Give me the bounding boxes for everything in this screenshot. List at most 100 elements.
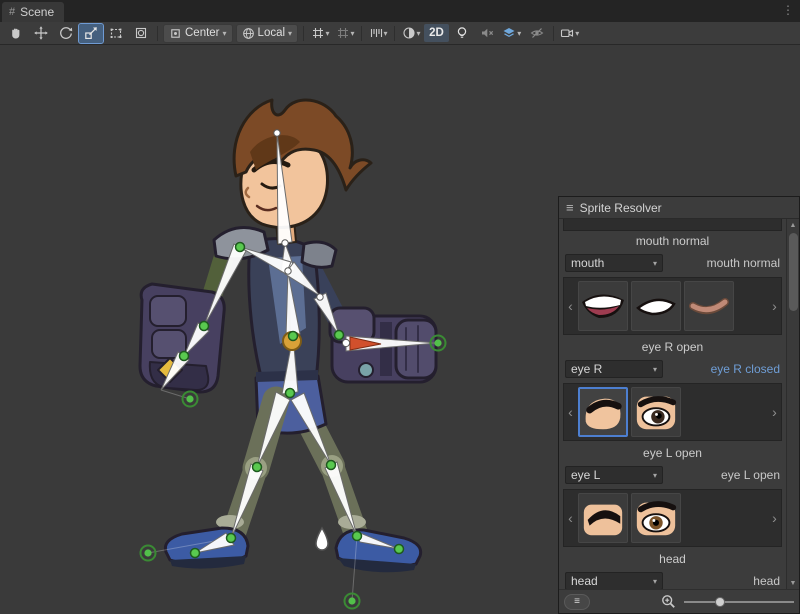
scrollbar-thumb[interactable] <box>789 233 798 311</box>
move-icon <box>34 26 48 40</box>
hamburger-icon: ≡ <box>574 596 580 607</box>
toolbar-separator <box>553 26 554 41</box>
scale-icon <box>84 26 98 40</box>
chevron-down-icon: ▾ <box>517 29 521 38</box>
scene-toolbar: Center ▾ Local ▾ ▾ ▾ <box>0 22 800 45</box>
head-current-value: head <box>669 574 780 588</box>
toolbar-separator <box>303 26 304 41</box>
eye-l-dropdown-label: eye L <box>571 468 653 482</box>
rotate-tool-button[interactable] <box>54 24 78 43</box>
mouth-sprite-strip: ‹ <box>563 277 782 335</box>
pivot-mode-label: Center <box>185 27 220 39</box>
section-heading-eye-l: eye L open <box>559 443 786 463</box>
mouth-current-value: mouth normal <box>669 256 780 270</box>
scrollbar-up-icon[interactable]: ▲ <box>790 219 797 231</box>
mouth-closed-sprite <box>632 282 680 330</box>
hamburger-icon: ≡ <box>566 201 574 214</box>
eye-l-category-dropdown[interactable]: eye L ▾ <box>565 466 663 484</box>
scene-lighting-button[interactable] <box>450 24 474 43</box>
sprite-resolver-panel: ≡ Sprite Resolver mouth normal mouth ▾ m… <box>558 196 800 614</box>
shaded-mode-icon <box>402 26 416 40</box>
mouth-sprite-thumb[interactable] <box>631 281 681 331</box>
ruler-icon <box>369 26 383 40</box>
camera-icon <box>560 26 574 40</box>
chevron-down-icon: ▾ <box>384 29 388 38</box>
scroll-left-icon[interactable]: ‹ <box>566 298 575 314</box>
chevron-down-icon: ▾ <box>653 471 657 480</box>
eye-l-sprite-strip: ‹ <box>563 489 782 547</box>
toggle-2d-button[interactable]: 2D <box>424 24 449 42</box>
pivot-mode-dropdown[interactable]: Center ▾ <box>163 24 233 43</box>
section-heading-head: head <box>559 549 786 569</box>
eye-l-sprite-thumb[interactable] <box>631 493 681 543</box>
visibility-menu-button[interactable]: ≡ <box>564 594 590 610</box>
chevron-down-icon: ▾ <box>326 29 330 38</box>
tab-bar: # Scene ⋮ <box>0 0 800 22</box>
chevron-down-icon: ▾ <box>653 577 657 586</box>
tab-bar-menu-icon[interactable]: ⋮ <box>782 3 794 17</box>
scroll-right-icon[interactable]: › <box>770 404 779 420</box>
sprite-resolver-header[interactable]: ≡ Sprite Resolver <box>559 197 799 219</box>
rotate-icon <box>59 26 73 40</box>
teardrop-bone-marker[interactable] <box>316 528 328 550</box>
tab-scene[interactable]: # Scene <box>2 2 64 22</box>
panel-scrollbar[interactable]: ▲ ▼ <box>786 219 799 589</box>
lightbulb-icon <box>455 26 469 40</box>
eye-r-current-value[interactable]: eye R closed <box>669 362 780 376</box>
mouth-open-sprite <box>579 282 627 330</box>
orientation-dropdown[interactable]: Local ▾ <box>236 24 299 43</box>
measure-tool-button[interactable]: ▾ <box>366 24 390 43</box>
sprite-resolver-title: Sprite Resolver <box>580 201 662 215</box>
globe-icon <box>242 27 255 40</box>
mouth-sprite-thumb[interactable] <box>578 281 628 331</box>
hand-tool-button[interactable] <box>4 24 28 43</box>
eye-r-sprite-thumb-selected[interactable] <box>578 387 628 437</box>
chevron-down-icon: ▾ <box>223 29 227 38</box>
mouth-sprite-thumb[interactable] <box>684 281 734 331</box>
scene-viewport[interactable]: ≡ Sprite Resolver mouth normal mouth ▾ m… <box>0 45 800 614</box>
eye-r-closed-sprite <box>580 389 626 435</box>
scale-tool-button[interactable] <box>79 24 103 43</box>
mouth-category-dropdown[interactable]: mouth ▾ <box>565 254 663 272</box>
thumbnail-zoom-slider[interactable] <box>684 596 794 608</box>
hand-icon <box>9 26 23 40</box>
transform-tool-button[interactable] <box>129 24 153 43</box>
scene-grid-icon: # <box>9 6 15 18</box>
move-tool-button[interactable] <box>29 24 53 43</box>
eye-crossed-icon <box>530 26 544 40</box>
effects-dropdown[interactable]: ▾ <box>500 24 524 43</box>
toolbar-separator <box>361 26 362 41</box>
scroll-right-icon[interactable]: › <box>770 298 779 314</box>
eye-r-category-dropdown[interactable]: eye R ▾ <box>565 360 663 378</box>
scrollbar-down-icon[interactable]: ▼ <box>790 577 797 589</box>
hidden-objects-button[interactable] <box>525 24 549 43</box>
grid-snap-button[interactable]: ▾ <box>333 24 357 43</box>
eye-r-sprite-thumb[interactable] <box>631 387 681 437</box>
grid-visibility-button[interactable]: ▾ <box>308 24 332 43</box>
eye-r-open-sprite <box>633 389 679 435</box>
sprite-resolver-body: mouth normal mouth ▾ mouth normal ‹ <box>559 219 799 589</box>
scene-audio-button[interactable] <box>475 24 499 43</box>
draw-mode-dropdown[interactable]: ▾ <box>399 24 423 43</box>
camera-settings-dropdown[interactable]: ▾ <box>558 24 582 43</box>
slider-knob[interactable] <box>715 597 725 607</box>
head-category-dropdown[interactable]: head ▾ <box>565 572 663 589</box>
rect-tool-button[interactable] <box>104 24 128 43</box>
slider-track[interactable] <box>684 601 794 603</box>
grid-icon <box>311 26 325 40</box>
transform-icon <box>134 26 148 40</box>
chevron-down-icon: ▾ <box>351 29 355 38</box>
scroll-left-icon[interactable]: ‹ <box>566 404 575 420</box>
eye-l-sprite-thumb[interactable] <box>578 493 628 543</box>
chevron-down-icon: ▾ <box>575 29 579 38</box>
section-heading-mouth: mouth normal <box>559 231 786 251</box>
chevron-down-icon: ▾ <box>653 259 657 268</box>
eye-r-dropdown-label: eye R <box>571 362 653 376</box>
scroll-right-icon[interactable]: › <box>770 510 779 526</box>
section-heading-eye-r: eye R open <box>559 337 786 357</box>
pivot-icon <box>169 27 182 40</box>
eye-r-sprite-strip: ‹ <box>563 383 782 441</box>
rect-tool-icon <box>109 26 123 40</box>
scroll-left-icon[interactable]: ‹ <box>566 510 575 526</box>
zoom-icon <box>661 594 676 609</box>
